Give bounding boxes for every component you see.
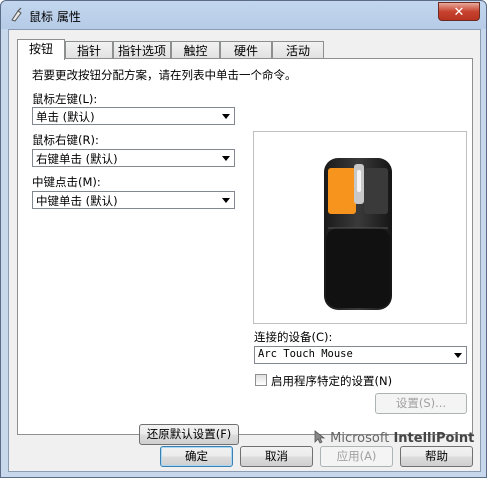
middle-button-value: 中键单击 (默认)	[36, 194, 118, 208]
right-button-value: 右键单击 (默认)	[36, 152, 118, 166]
tab-pointers[interactable]: 指针	[65, 41, 113, 59]
device-value: Arc Touch Mouse	[258, 348, 353, 360]
right-button-select[interactable]: 右键单击 (默认)	[32, 149, 235, 167]
close-icon: ✕	[453, 5, 465, 20]
tab-label: 活动	[285, 44, 310, 58]
chevron-down-icon	[222, 198, 230, 203]
settings-button[interactable]: 设置(S)...	[375, 393, 467, 414]
instruction-text: 若要更改按钮分配方案，请在列表中单击一个命令。	[32, 68, 297, 82]
tab-buttons[interactable]: 按钮	[17, 39, 65, 60]
ok-button[interactable]: 确定	[160, 446, 233, 467]
intellipoint-logo: Microsoft IntelliPoint	[314, 430, 474, 446]
middle-button-label: 中键点击(M):	[32, 175, 101, 189]
chevron-down-icon	[222, 156, 230, 161]
ok-label: 确定	[185, 449, 208, 463]
logo-text-microsoft: Microsoft	[330, 431, 390, 446]
program-specific-label: 启用程序特定的设置(N)	[271, 374, 393, 388]
restore-defaults-label: 还原默认设置(F)	[146, 427, 232, 441]
close-button[interactable]: ✕	[438, 2, 480, 21]
help-button[interactable]: 帮助	[400, 446, 473, 467]
left-button-label: 鼠标左键(L):	[32, 92, 98, 106]
title-bar: 鼠标 属性 ✕	[1, 1, 486, 29]
program-specific-checkbox[interactable]	[255, 374, 267, 386]
apply-label: 应用(A)	[336, 449, 377, 463]
left-button-highlight	[328, 168, 356, 214]
help-label: 帮助	[425, 449, 448, 463]
mouse-preview	[253, 131, 467, 324]
middle-button-select[interactable]: 中键单击 (默认)	[32, 191, 235, 209]
tab-hardware[interactable]: 硬件	[220, 41, 272, 59]
device-select[interactable]: Arc Touch Mouse	[254, 346, 467, 364]
chevron-down-icon	[454, 353, 462, 358]
tab-label: 硬件	[233, 44, 258, 58]
tab-label: 指针选项	[117, 44, 166, 58]
apply-button[interactable]: 应用(A)	[320, 446, 393, 467]
tab-touch[interactable]: 触控	[171, 41, 220, 59]
cancel-label: 取消	[265, 449, 288, 463]
mouse-illustration	[324, 158, 392, 310]
tab-pointer-options[interactable]: 指针选项	[113, 41, 171, 59]
device-label: 连接的设备(C):	[254, 330, 333, 344]
mouse-app-icon	[11, 7, 22, 22]
chevron-down-icon	[222, 114, 230, 119]
dialog-client-area: 按钮 指针 指针选项 触控 硬件 活动 若要更改按钮分配方案，请在列表中单击一个…	[8, 29, 481, 472]
tab-activity[interactable]: 活动	[272, 41, 324, 59]
tab-label: 指针	[76, 44, 101, 58]
buttons-tab-panel: 若要更改按钮分配方案，请在列表中单击一个命令。 鼠标左键(L): 单击 (默认)…	[17, 58, 474, 446]
settings-button-label: 设置(S)...	[395, 396, 447, 410]
cancel-button[interactable]: 取消	[240, 446, 313, 467]
left-button-select[interactable]: 单击 (默认)	[32, 107, 235, 125]
right-button-label: 鼠标右键(R):	[32, 133, 99, 147]
window-title: 鼠标 属性	[29, 10, 81, 24]
tab-label: 触控	[183, 44, 208, 58]
left-button-value: 单击 (默认)	[36, 110, 95, 124]
logo-text-intellipoint: IntelliPoint	[393, 431, 475, 446]
cursor-icon	[314, 430, 326, 444]
tab-label: 按钮	[28, 42, 53, 56]
restore-defaults-button[interactable]: 还原默认设置(F)	[139, 424, 239, 445]
mouse-properties-window: 鼠标 属性 ✕ 按钮 指针 指针选项 触控 硬件 活动 若要更改按钮分配方案，请…	[0, 0, 487, 478]
